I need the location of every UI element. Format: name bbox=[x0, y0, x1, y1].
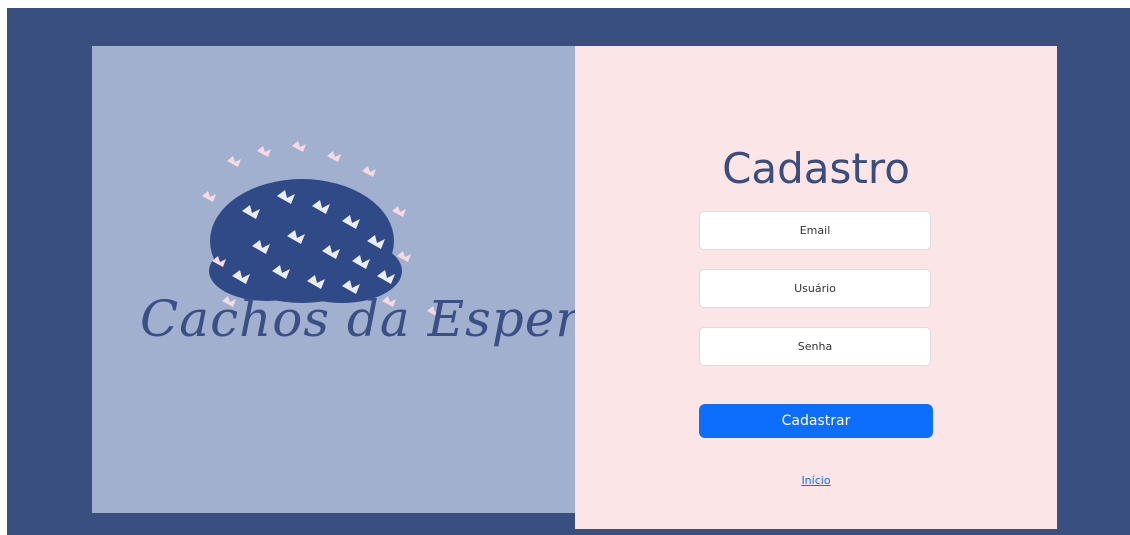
brand-panel: Cachos da Esperança bbox=[92, 46, 705, 513]
brand-logo-text: Cachos da Esperança bbox=[140, 290, 705, 348]
signup-panel: Cadastro Cadastrar Início bbox=[575, 46, 1057, 529]
email-field[interactable] bbox=[699, 211, 931, 250]
page-title: Cadastro bbox=[722, 144, 910, 193]
signup-button[interactable]: Cadastrar bbox=[699, 404, 933, 438]
username-field[interactable] bbox=[699, 269, 931, 308]
butterfly-hair-icon bbox=[202, 141, 441, 317]
password-field[interactable] bbox=[699, 327, 931, 366]
home-link[interactable]: Início bbox=[575, 474, 1057, 487]
